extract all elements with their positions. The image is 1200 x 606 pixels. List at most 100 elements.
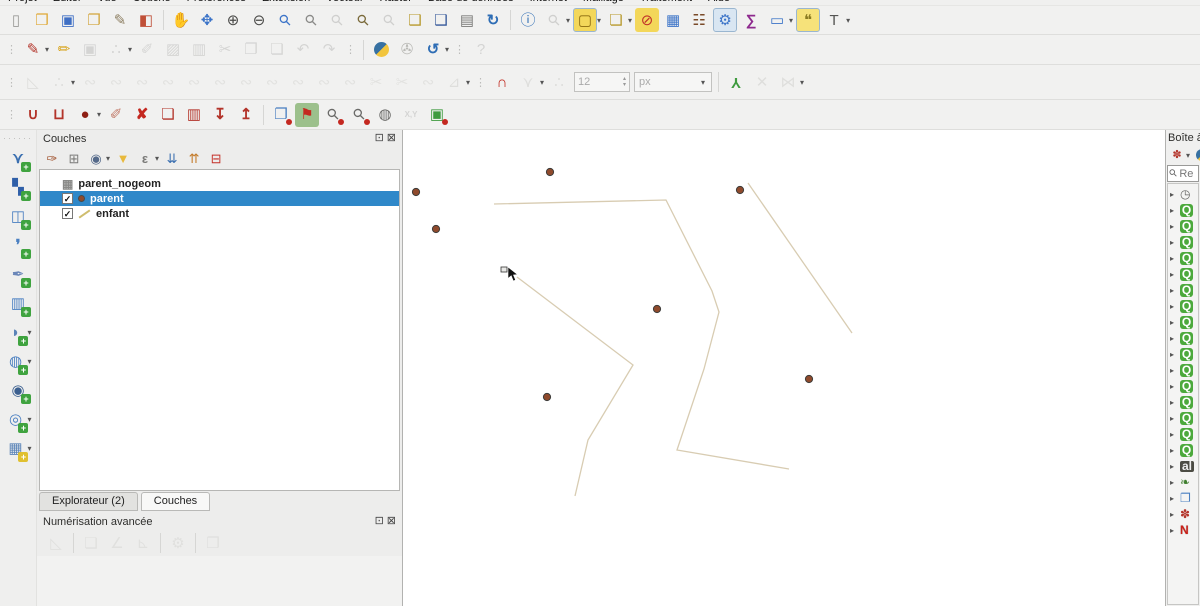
menu-pr-f-rences[interactable]: Préférences [187,0,246,5]
processing-toolbox[interactable]: ⚙ [713,8,737,32]
collapse-all[interactable]: ⇈ [184,148,204,168]
export-tool[interactable]: ↥ [234,103,258,127]
snapping-mode-dropdown[interactable]: ▾ [540,78,544,87]
menu-base-de-donn-es[interactable]: Base de données [428,0,514,5]
expand-arrow-icon[interactable]: ▸ [1170,254,1177,263]
expand-arrow-icon[interactable]: ▸ [1170,238,1177,247]
toolbar-handle[interactable]: ⋮ [6,76,17,89]
blob-tool-dropdown[interactable]: ▾ [97,110,101,119]
zoom-out[interactable]: ⊖ [247,8,271,32]
expand-arrow-icon[interactable]: ▸ [1170,334,1177,343]
expand-arrow-icon[interactable]: ▸ [1170,462,1177,471]
remove-layer[interactable]: ⊟ [206,148,226,168]
toolbox-item-models-provider[interactable]: ▸❐ [1168,490,1198,506]
toolbox-item-algorithm-group[interactable]: ▸Q [1168,410,1198,426]
toolbox-item-algorithm-group[interactable]: ▸Q [1168,362,1198,378]
add-postgis-layer-dropdown[interactable]: ▾ [27,328,31,337]
canvas-extent-tool[interactable]: ▣ [425,103,449,127]
measure[interactable]: ▭ [765,8,789,32]
toolbox-options-dropdown[interactable]: ▾ [1186,151,1190,160]
scoop-wave-tool[interactable]: ∪ [21,103,45,127]
select-by-value-dropdown[interactable]: ▾ [628,16,632,25]
python-console[interactable] [369,38,393,62]
add-wfs-layer[interactable]: ◎+ [3,408,27,432]
add-raster-layer[interactable]: ▚+ [6,176,30,200]
menu-traitement[interactable]: Traitement [640,0,692,5]
layers-panel-float-icon[interactable]: ⊡ [375,133,384,144]
expand-arrow-icon[interactable]: ▸ [1170,270,1177,279]
tab-explorateur-2-[interactable]: Explorateur (2) [39,492,138,511]
expand-arrow-icon[interactable]: ▸ [1170,478,1177,487]
expand-arrow-icon[interactable]: ▸ [1170,318,1177,327]
snapping-toggle[interactable]: ∩ [490,70,514,94]
refresh-map[interactable]: ↻ [481,8,505,32]
toolbox-item-plugins-provider[interactable]: ▸✽ [1168,506,1198,522]
zoom-dot-tool[interactable]: ⚲ [321,103,345,127]
toolbox-item-algorithm-group[interactable]: ▸Q [1168,330,1198,346]
zoom-native[interactable]: ⚲ [273,8,297,32]
expand-arrow-icon[interactable]: ▸ [1170,350,1177,359]
expand-arrow-icon[interactable]: ▸ [1170,222,1177,231]
advanced-digitizing-float-icon[interactable]: ⊡ [375,516,384,527]
layer-visibility-checkbox[interactable]: ✓ [62,193,73,204]
add-plugin-layer[interactable]: ▦+ [3,437,27,461]
toolbar-handle[interactable]: ⋮ [6,108,17,121]
toolbox-options[interactable]: ✽ [1169,147,1185,163]
menu-internet[interactable]: Internet [530,0,567,5]
layer-item-parent[interactable]: ✓parent [40,191,399,206]
add-mesh-layer[interactable]: ◫+ [6,205,30,229]
delete-x-tool[interactable]: ✘ [130,103,154,127]
menu-projet[interactable]: Projet [8,0,37,5]
menu-vecteur[interactable]: Vecteur [326,0,363,5]
toolbox-item-algorithm-group[interactable]: ▸Q [1168,202,1198,218]
python-toolbox[interactable] [1194,147,1200,163]
layer-visibility-checkbox[interactable]: ✓ [62,208,73,219]
menu-raster[interactable]: Raster [380,0,412,5]
menu-extension[interactable]: Extension [262,0,310,5]
toolbox-item-recently-used[interactable]: ▸◷ [1168,186,1198,202]
new-print-layout[interactable]: ❐ [82,8,106,32]
zoom-in[interactable]: ⊕ [221,8,245,32]
layout-manager[interactable]: ✎ [108,8,132,32]
filter-by-expression-dropdown[interactable]: ▾ [155,154,159,163]
field-calculator[interactable]: ☷ [687,8,711,32]
bookmark-manager[interactable]: ▤ [455,8,479,32]
expand-arrow-icon[interactable]: ▸ [1170,302,1177,311]
expand-arrow-icon[interactable]: ▸ [1170,494,1177,503]
digitize-options-dropdown[interactable]: ▾ [128,45,132,54]
toolbox-item-gdal-provider[interactable]: ▸al [1168,458,1198,474]
new-project[interactable]: ▯ [4,8,28,32]
plugin-tool[interactable]: ✇ [395,38,419,62]
measure-dropdown[interactable]: ▾ [789,16,793,25]
advanced-digitizing-close-icon[interactable]: ⊠ [387,516,396,527]
blob-tool[interactable]: ● [73,103,97,127]
add-wms-layer[interactable]: ◍+ [3,350,27,374]
manage-map-themes[interactable]: ◉ [86,148,106,168]
toolbar-handle[interactable]: ······ [3,133,33,143]
trim-extend-dropdown[interactable]: ▾ [466,78,470,87]
add-group[interactable]: ⊞ [64,148,84,168]
toolbox-search-input[interactable]: ⚲ Re [1167,165,1199,182]
map-tips[interactable]: ❝ [796,8,820,32]
open-project[interactable]: ❒ [30,8,54,32]
manage-map-themes-dropdown[interactable]: ▾ [106,154,110,163]
statistics-summary[interactable]: ∑ [739,8,763,32]
menu-couche[interactable]: Couche [133,0,171,5]
add-plugin-layer-dropdown[interactable]: ▾ [27,444,31,453]
select-features-dropdown[interactable]: ▾ [597,16,601,25]
deselect-features[interactable]: ⊘ [635,8,659,32]
circular-arrow-tool[interactable]: ↺ [421,38,445,62]
menu-maillage[interactable]: Maillage [583,0,624,5]
text-annotation[interactable]: T [822,8,846,32]
add-vector-layer[interactable]: ⋎+ [6,147,30,171]
toolbar-handle[interactable]: ⋮ [475,76,486,89]
zoom-dots-tool[interactable]: ⚲ [347,103,371,127]
toolbar-handle[interactable]: ⋮ [454,43,465,56]
toolbar-handle[interactable]: ⋮ [345,43,356,56]
add-spatialite-layer[interactable]: ✒+ [6,263,30,287]
open-layer-styling[interactable]: ✑ [42,148,62,168]
expand-all[interactable]: ⇊ [162,148,182,168]
current-edits[interactable]: ✎ [21,38,45,62]
avoid-overlap-dropdown[interactable]: ▾ [800,78,804,87]
add-wfs-layer-dropdown[interactable]: ▾ [27,415,31,424]
